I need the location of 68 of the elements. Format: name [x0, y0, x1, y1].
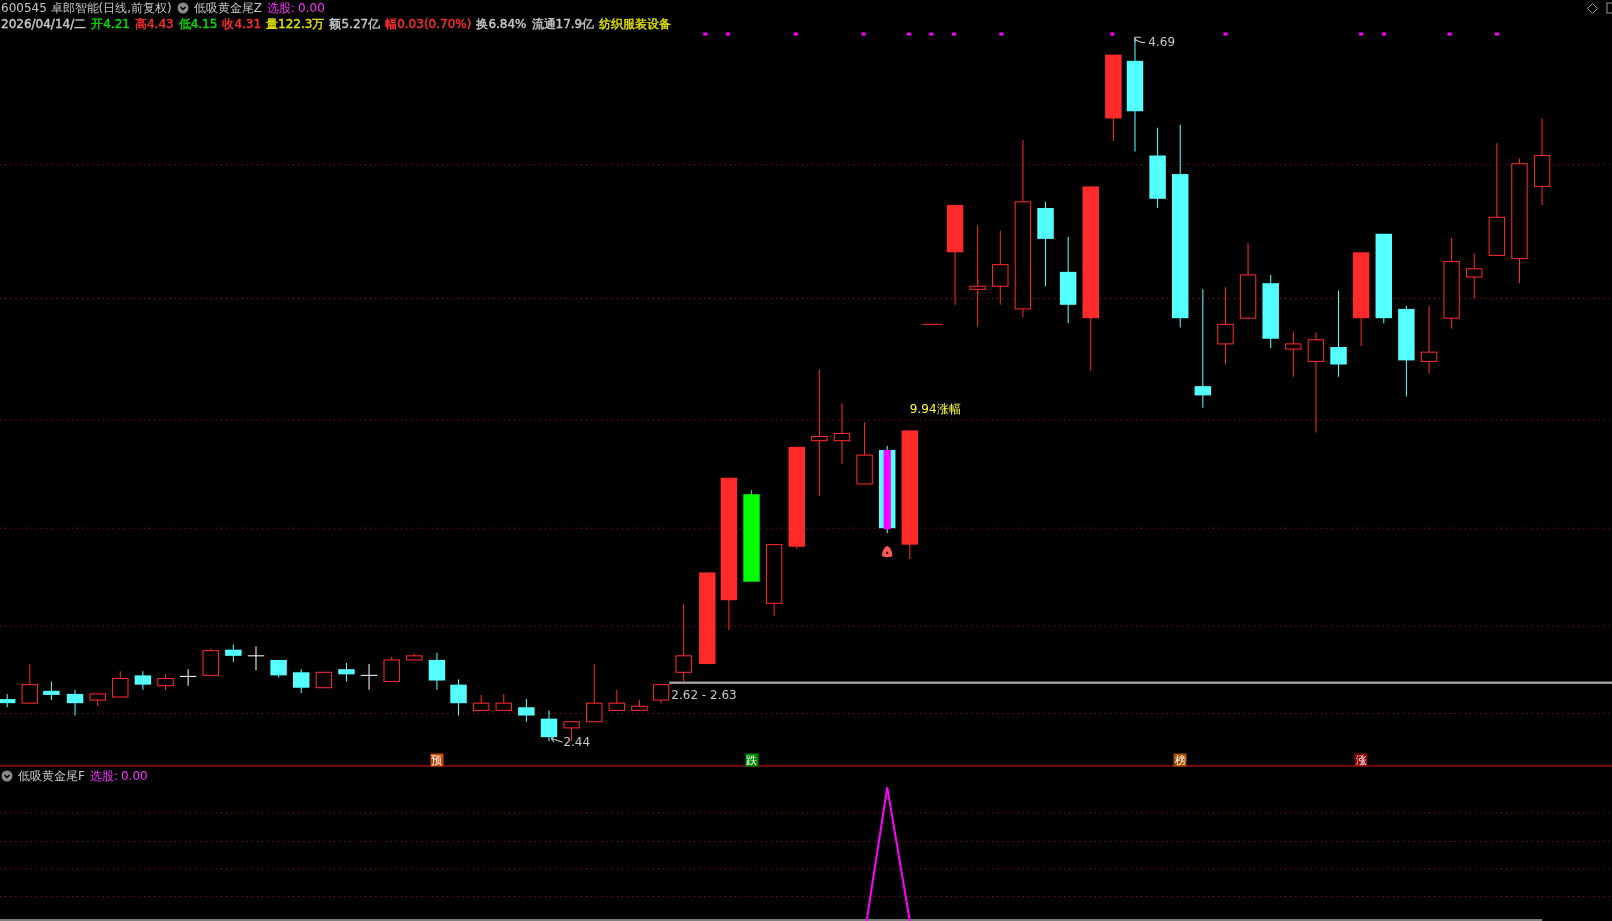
candlestick	[472, 694, 490, 711]
candlestick	[383, 656, 400, 683]
dropdown-icon[interactable]	[176, 2, 189, 14]
candlestick	[112, 670, 129, 698]
candlestick	[66, 689, 84, 717]
quote-field: 开4.21	[91, 15, 130, 33]
price-label: 2.44	[563, 735, 591, 750]
candlestick	[856, 421, 873, 485]
candlestick	[1420, 305, 1438, 375]
candlestick	[0, 693, 16, 708]
candlestick	[202, 648, 219, 676]
dropdown-icon[interactable]	[1, 770, 13, 782]
diamond-icon[interactable]	[1587, 2, 1598, 14]
candlestick	[652, 684, 670, 704]
window-icon[interactable]	[1606, 2, 1612, 14]
price-label: 2.62 - 2.63	[671, 687, 737, 702]
candlestick	[631, 699, 648, 711]
candlestick	[518, 698, 535, 723]
quote-field: 收4.31	[222, 15, 262, 33]
candlestick	[247, 646, 265, 671]
candlestick	[1285, 331, 1302, 378]
signal-marker: 榜	[1173, 753, 1187, 767]
quote-field: 流通17.9亿	[531, 15, 595, 33]
candlestick	[406, 653, 423, 661]
candlestick	[360, 663, 378, 691]
arrow-icon	[1134, 36, 1146, 43]
candlestick	[270, 659, 287, 678]
quote-field: 换6.84%	[476, 15, 527, 33]
signal-label: 9.94涨幅	[909, 401, 961, 416]
indicator-name: 低吸黄金尾F	[18, 767, 85, 785]
candlestick	[495, 693, 512, 711]
candlestick	[833, 403, 851, 465]
candlestick	[157, 673, 174, 691]
price-label: 4.69	[1148, 35, 1176, 50]
signal-marker: 跌	[745, 753, 758, 767]
quote-field: 高4.43	[134, 15, 174, 33]
candlestick	[293, 668, 310, 694]
candlestick	[225, 644, 242, 663]
quote-field: 低4.15	[178, 15, 218, 33]
candlestick	[1466, 252, 1483, 300]
candlestick	[338, 662, 355, 683]
candlestick	[921, 323, 944, 325]
quote-field: 量122.3万	[266, 15, 325, 33]
arrow-icon	[550, 735, 563, 743]
stock-title: 600545 卓郎智能(日线,前复权)	[1, 0, 172, 17]
candlestick	[586, 663, 603, 723]
quote-field: 幅0.03(0.70%)	[385, 15, 472, 33]
signal-label: 选股:	[267, 0, 296, 17]
rocket-icon	[882, 545, 893, 557]
indicator-name: 低吸黄金尾Z	[193, 0, 263, 17]
quote-field: 额5.27亿	[329, 15, 381, 33]
signal-value: 0.00	[120, 769, 148, 783]
quote-field: 2026/04/14/二	[1, 15, 87, 33]
candlestick	[450, 679, 467, 717]
quote-field: 纺织服装设备	[599, 15, 672, 33]
candlestick	[43, 681, 60, 701]
candlestick	[89, 693, 106, 707]
signal-marker: 预	[430, 753, 444, 767]
signal-marker: 涨	[1354, 753, 1368, 767]
signal-value: 0.00	[298, 1, 325, 15]
candlestick	[315, 671, 333, 689]
candlestick	[134, 670, 152, 691]
candlestick	[428, 652, 446, 691]
candlestick	[179, 668, 197, 687]
candlestick	[608, 689, 626, 711]
candlestick	[540, 709, 558, 742]
candlestick	[21, 663, 39, 704]
signal-label: 选股:	[89, 767, 118, 785]
